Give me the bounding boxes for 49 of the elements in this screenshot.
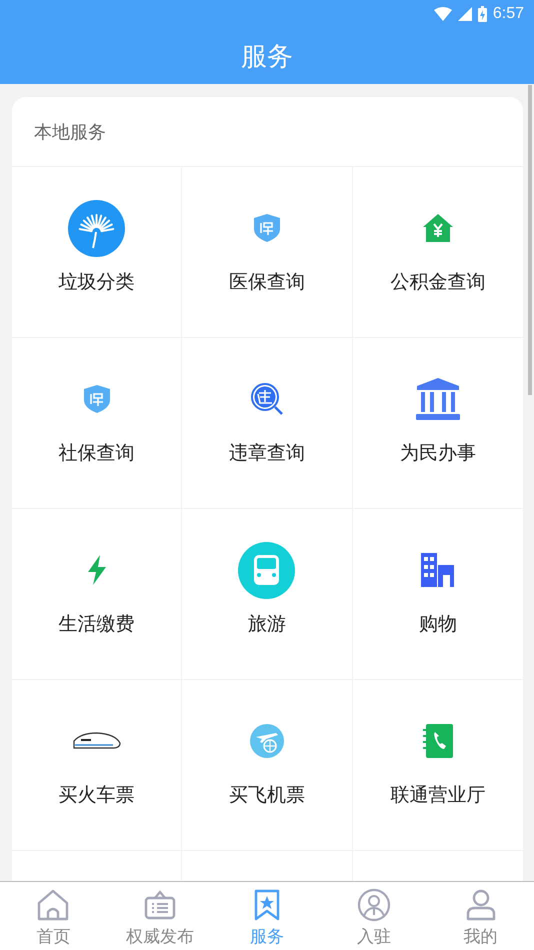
section-title: 本地服务 [34, 120, 106, 144]
magnifier-icon [250, 382, 284, 416]
service-item[interactable]: 垃圾分类 [12, 167, 182, 338]
service-label: 垃圾分类 [58, 270, 135, 295]
person-circle-icon [356, 888, 391, 922]
phone-book-icon [422, 724, 453, 758]
service-item[interactable]: 社保查询 [12, 338, 182, 509]
service-label: 旅游 [248, 612, 286, 637]
lightning-bolt-icon [86, 555, 108, 585]
service-item[interactable]: 买火车票 [12, 680, 182, 851]
bank-building-icon [416, 378, 460, 420]
service-label: 买飞机票 [228, 783, 305, 808]
nav-tab[interactable]: 首页 [0, 882, 107, 950]
nav-tab[interactable]: 权威发布 [106, 882, 214, 950]
wifi-icon [434, 7, 452, 21]
house-icon [422, 212, 454, 244]
service-item[interactable]: 生活缴费 [12, 509, 182, 680]
nav-tab[interactable]: 入驻 [320, 882, 428, 950]
buildings-icon [421, 553, 454, 587]
fan-leaf-icon [68, 200, 126, 256]
service-item[interactable]: 购物 [352, 509, 523, 680]
nav-tab[interactable]: 我的 [427, 882, 534, 950]
service-label: 医保查询 [228, 270, 305, 295]
signboard-icon [143, 888, 178, 922]
service-item[interactable]: 为民办事 [352, 338, 523, 509]
service-item[interactable]: 买飞机票 [182, 680, 353, 851]
service-label: 社保查询 [58, 441, 135, 466]
service-item[interactable]: 联通营业厅 [352, 680, 523, 851]
home-icon [36, 888, 70, 922]
service-item[interactable]: 公积金查询 [352, 167, 523, 338]
signal-icon [458, 7, 472, 21]
status-time: 6:57 [492, 5, 524, 23]
plane-globe-icon [250, 724, 284, 758]
shield-icon [82, 384, 111, 414]
service-label: 违章查询 [228, 441, 305, 466]
battery-icon [478, 6, 487, 22]
bullet-train-icon [72, 731, 121, 751]
service-label: 公积金查询 [390, 270, 486, 295]
service-label: 买火车票 [58, 783, 135, 808]
service-label: 为民办事 [400, 441, 476, 466]
bus-icon [238, 542, 296, 598]
service-label: 联通营业厅 [390, 783, 486, 808]
shield-icon [252, 213, 281, 243]
service-item[interactable]: 旅游 [182, 509, 353, 680]
service-label: 生活缴费 [58, 612, 135, 637]
service-item[interactable]: 医保查询 [182, 167, 353, 338]
page-title: 服务 [241, 40, 293, 74]
service-label: 购物 [418, 612, 457, 637]
service-item[interactable]: 违章查询 [182, 338, 353, 509]
